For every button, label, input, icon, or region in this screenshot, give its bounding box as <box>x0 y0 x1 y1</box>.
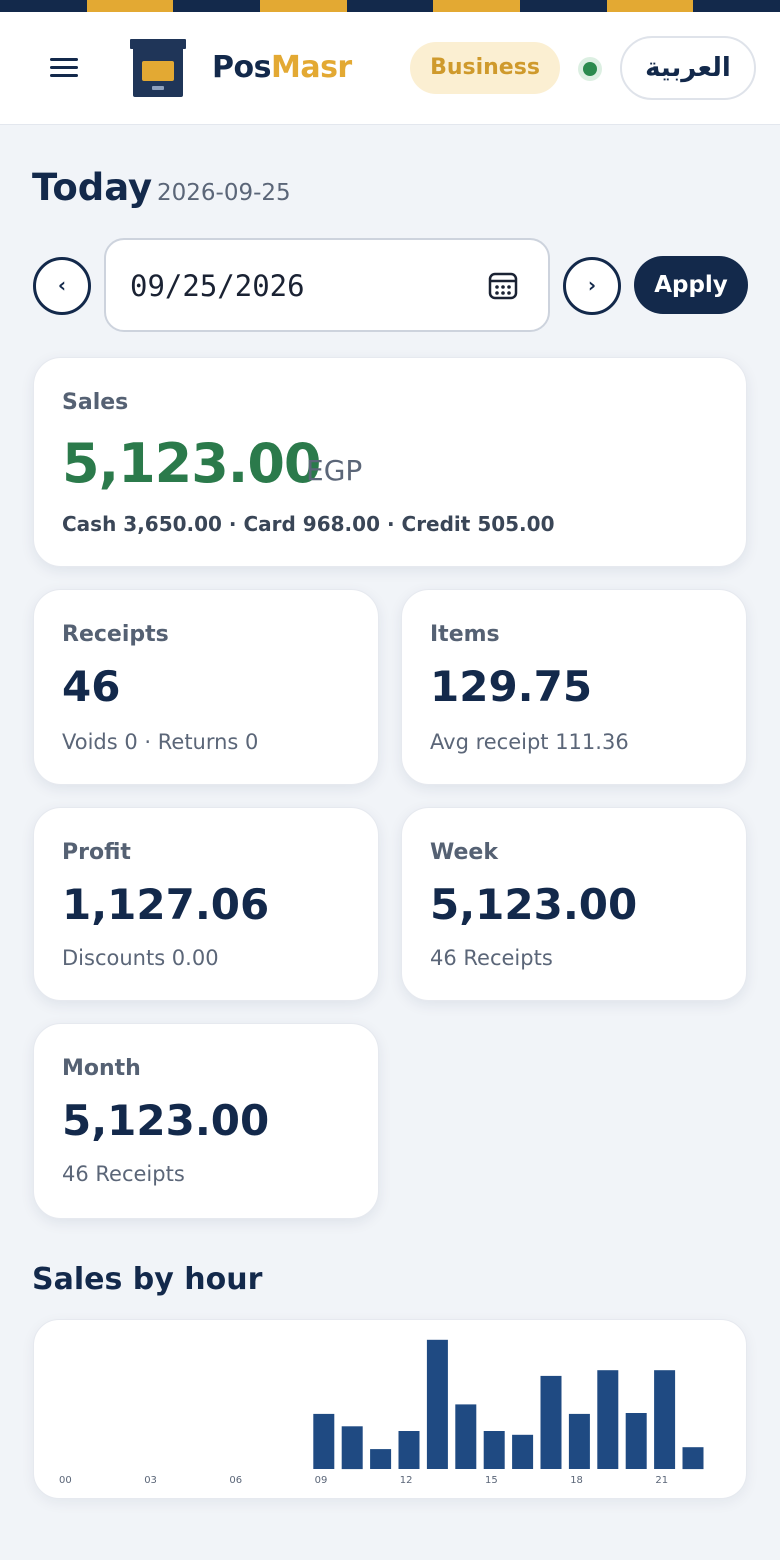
stat-sub: Voids 0 · Returns 0 <box>62 730 259 754</box>
sales-value: 5,123.00 <box>62 432 321 495</box>
next-day-button[interactable]: › <box>563 257 621 315</box>
brand-name[interactable]: PosMasr <box>212 50 352 85</box>
bar-hour-22 <box>682 1447 704 1470</box>
date-picker-field[interactable] <box>104 238 550 332</box>
sales-currency: EGP <box>306 454 363 487</box>
chart-section-title: Sales by hour <box>32 1262 263 1297</box>
store-logo-icon <box>130 39 186 97</box>
sales-label: Sales <box>62 390 129 415</box>
x-tick-label: 18 <box>570 1475 583 1486</box>
month-card: Month 5,123.00 46 Receipts <box>33 1023 379 1219</box>
sales-card: Sales 5,123.00 EGP Cash 3,650.00 · Card … <box>33 357 747 567</box>
stat-label: Week <box>430 840 498 865</box>
bar-hour-15 <box>483 1431 505 1469</box>
bar-hour-12 <box>398 1431 420 1469</box>
stat-value: 5,123.00 <box>430 880 638 929</box>
x-tick-label: 09 <box>315 1475 328 1486</box>
stat-label: Items <box>430 622 500 647</box>
bar-hour-18 <box>568 1413 590 1469</box>
apply-button[interactable]: Apply <box>634 256 748 314</box>
brand-part-1: Pos <box>212 50 271 85</box>
page-date: 2026-09-25 <box>157 180 291 206</box>
x-tick-label: 03 <box>144 1475 157 1486</box>
bar-hour-16 <box>512 1434 534 1469</box>
x-tick-label: 21 <box>655 1475 668 1486</box>
stat-sub: 46 Receipts <box>430 946 553 970</box>
stat-label: Profit <box>62 840 131 865</box>
stat-value: 46 <box>62 662 121 711</box>
stat-sub: Avg receipt 111.36 <box>430 730 629 754</box>
plan-badge: Business <box>410 42 560 94</box>
calendar-icon[interactable] <box>488 270 518 300</box>
bar-hour-09 <box>313 1413 335 1469</box>
profit-card: Profit 1,127.06 Discounts 0.00 <box>33 807 379 1001</box>
sales-by-hour-chart: 00 03 06 09 12 15 18 21 <box>33 1319 747 1499</box>
top-stripe <box>0 0 780 12</box>
bar-hour-19 <box>597 1370 619 1469</box>
x-tick-label: 00 <box>59 1475 72 1486</box>
bar-hour-20 <box>625 1413 647 1469</box>
stat-label: Month <box>62 1056 141 1081</box>
app-header: PosMasr Business العربية <box>0 12 780 125</box>
bar-hour-10 <box>341 1426 363 1470</box>
language-toggle-button[interactable]: العربية <box>620 36 756 100</box>
x-tick-label: 15 <box>485 1475 498 1486</box>
bar-hour-21 <box>654 1370 676 1469</box>
previous-day-button[interactable]: ‹ <box>33 257 91 315</box>
chart-canvas: 00 03 06 09 12 15 18 21 <box>59 1339 704 1486</box>
sales-breakdown: Cash 3,650.00 · Card 968.00 · Credit 505… <box>62 512 555 536</box>
stat-sub: Discounts 0.00 <box>62 946 219 970</box>
bar-hour-11 <box>370 1449 392 1469</box>
date-input[interactable] <box>130 262 470 310</box>
stat-value: 129.75 <box>430 662 593 711</box>
bar-hour-17 <box>540 1375 562 1469</box>
stat-value: 1,127.06 <box>62 880 270 929</box>
bar-hour-13 <box>426 1339 448 1469</box>
brand-part-2: Masr <box>270 50 352 85</box>
stat-label: Receipts <box>62 622 169 647</box>
stat-value: 5,123.00 <box>62 1096 270 1145</box>
online-status-indicator <box>578 57 602 81</box>
stat-sub: 46 Receipts <box>62 1162 185 1186</box>
hamburger-menu-icon[interactable] <box>50 58 80 80</box>
x-tick-label: 06 <box>229 1475 242 1486</box>
bar-hour-14 <box>455 1404 477 1469</box>
week-card: Week 5,123.00 46 Receipts <box>401 807 747 1001</box>
receipts-card: Receipts 46 Voids 0 · Returns 0 <box>33 589 379 785</box>
x-tick-label: 12 <box>400 1475 413 1486</box>
items-card: Items 129.75 Avg receipt 111.36 <box>401 589 747 785</box>
page-title: Today <box>32 166 153 209</box>
